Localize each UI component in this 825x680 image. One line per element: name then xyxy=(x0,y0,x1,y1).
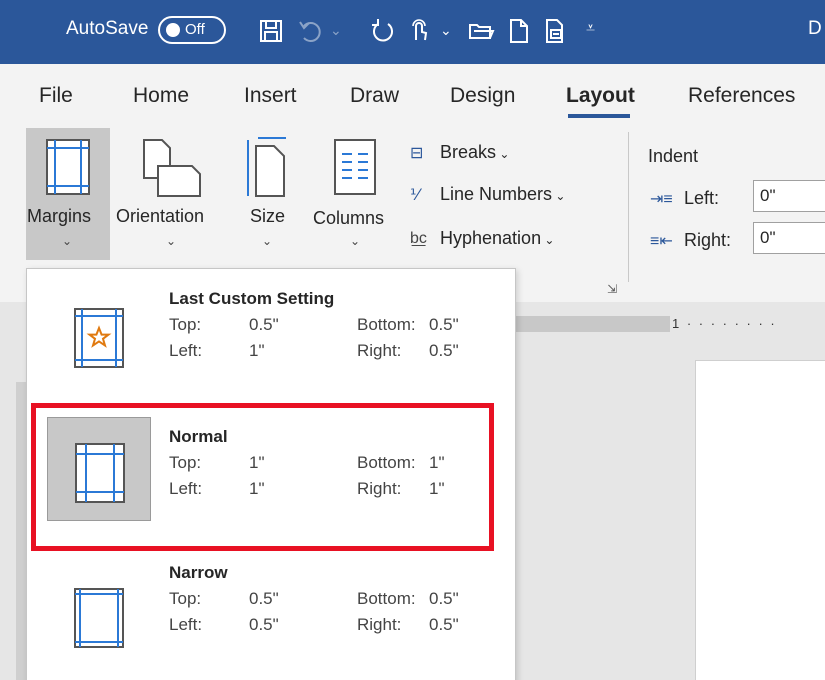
columns-label[interactable]: Columns xyxy=(313,208,384,229)
tab-insert[interactable]: Insert xyxy=(244,84,297,108)
document-page[interactable] xyxy=(695,360,825,680)
undo-icon[interactable] xyxy=(296,16,326,46)
top-value: 0.5" xyxy=(249,315,279,334)
touch-mode-icon[interactable] xyxy=(404,16,434,46)
autosave-label: AutoSave xyxy=(66,18,149,39)
tab-draw[interactable]: Draw xyxy=(350,84,399,108)
vertical-ruler xyxy=(0,302,26,680)
margins-label: Margins xyxy=(27,206,92,226)
document-title: D xyxy=(808,18,822,39)
margins-icon xyxy=(46,139,90,195)
bottom-label: Bottom: xyxy=(357,315,416,334)
right-value: 0.5" xyxy=(429,615,459,634)
option-title: Last Custom Setting xyxy=(169,289,335,308)
new-document-icon[interactable] xyxy=(504,16,534,46)
top-label: Top: xyxy=(169,315,202,334)
tab-layout[interactable]: Layout xyxy=(566,84,635,108)
left-value: 1" xyxy=(249,341,265,360)
customize-qat-icon[interactable]: ⩡ xyxy=(586,20,595,38)
columns-icon xyxy=(334,139,376,195)
bottom-label: Bottom: xyxy=(357,589,416,608)
line-numbers-icon: ⅟ xyxy=(410,187,420,205)
top-value: 0.5" xyxy=(249,589,279,608)
title-bar: AutoSave Off ⌄ ⌄ ⩡ D xyxy=(0,0,825,64)
autosave-state: Off xyxy=(185,21,205,38)
breaks-button[interactable]: ⊟ Breaks ⌄ xyxy=(410,142,509,163)
indent-right-input[interactable]: 0" xyxy=(753,222,825,254)
indent-left-label: Left: xyxy=(684,188,720,208)
bottom-value: 0.5" xyxy=(429,315,459,334)
columns-chevron-icon: ⌄ xyxy=(350,234,361,248)
line-numbers-button[interactable]: ⅟ Line Numbers ⌄ xyxy=(410,184,565,205)
breaks-icon: ⊟ xyxy=(410,145,424,163)
right-label: Right: xyxy=(357,615,402,634)
size-label[interactable]: Size xyxy=(250,206,285,227)
right-label: Right: xyxy=(357,341,402,360)
save-icon[interactable] xyxy=(256,16,286,46)
size-chevron-icon: ⌄ xyxy=(262,234,273,248)
indent-left-icon: ⇥≡ xyxy=(650,191,673,208)
tab-references[interactable]: References xyxy=(688,84,795,108)
option-title: Narrow xyxy=(169,563,228,582)
group-divider xyxy=(628,132,629,282)
open-folder-icon[interactable] xyxy=(466,16,496,46)
selection-highlight xyxy=(31,403,494,551)
left-value: 0.5" xyxy=(249,615,279,634)
margin-option-narrow[interactable]: Narrow Top: 0.5" Bottom: 0.5" Left: 0.5"… xyxy=(27,559,515,680)
left-label: Left: xyxy=(169,341,203,360)
right-value: 0.5" xyxy=(429,341,459,360)
left-label: Left: xyxy=(169,615,203,634)
indent-left-row: ⇥≡ Left: xyxy=(650,188,719,209)
indent-title: Indent xyxy=(648,146,699,166)
autosave-toggle[interactable]: Off xyxy=(158,16,226,44)
indent-right-label: Right: xyxy=(684,230,732,250)
orientation-label[interactable]: Orientation xyxy=(116,206,204,227)
orientation-chevron-icon: ⌄ xyxy=(166,234,177,248)
print-preview-icon[interactable] xyxy=(540,16,570,46)
ribbon-tabs: File Home Insert Draw Design Layout Refe… xyxy=(0,64,825,122)
margin-option-last-custom[interactable]: Last Custom Setting Top: 0.5" Bottom: 0.… xyxy=(27,279,515,419)
ruler-margin-region xyxy=(515,316,670,332)
indent-right-icon: ≡⇤ xyxy=(650,233,673,250)
orientation-icon xyxy=(143,139,201,197)
narrow-margins-icon xyxy=(47,563,151,667)
line-numbers-label: Line Numbers xyxy=(440,184,553,204)
breaks-label: Breaks xyxy=(440,142,497,162)
undo-dropdown-icon[interactable]: ⌄ xyxy=(330,22,342,39)
hyphenation-icon: b͟c xyxy=(410,230,427,248)
hyphenation-label: Hyphenation xyxy=(440,228,542,248)
indent-left-input[interactable]: 0" xyxy=(753,180,825,212)
toggle-knob xyxy=(166,23,180,37)
tab-home[interactable]: Home xyxy=(133,84,189,108)
active-tab-indicator xyxy=(568,114,630,118)
size-icon xyxy=(247,137,286,197)
bottom-value: 0.5" xyxy=(429,589,459,608)
margins-chevron-icon: ⌄ xyxy=(62,234,73,248)
touch-dropdown-icon[interactable]: ⌄ xyxy=(440,22,452,39)
page-setup-launcher-icon[interactable]: ⇲ xyxy=(607,282,621,296)
horizontal-ruler: 1 · · · · · · · · xyxy=(672,316,777,331)
tab-design[interactable]: Design xyxy=(450,84,515,108)
hyphenation-button[interactable]: b͟c Hyphenation ⌄ xyxy=(410,228,554,249)
top-label: Top: xyxy=(169,589,202,608)
tab-file[interactable]: File xyxy=(39,84,73,108)
redo-icon[interactable] xyxy=(368,16,398,46)
indent-right-row: ≡⇤ Right: xyxy=(650,230,731,251)
custom-margins-star-icon xyxy=(47,283,151,387)
